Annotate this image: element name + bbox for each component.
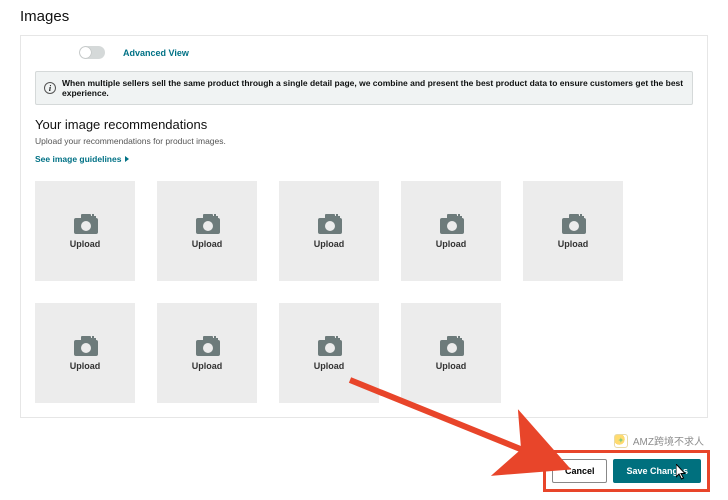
- guidelines-link-label: See image guidelines: [35, 154, 121, 164]
- see-image-guidelines-link[interactable]: See image guidelines: [35, 154, 129, 164]
- camera-plus-icon: [195, 213, 219, 233]
- save-changes-button[interactable]: Save Changes: [613, 459, 701, 483]
- watermark: ✦ AMZ跨境不求人: [610, 431, 708, 450]
- camera-plus-icon: [73, 335, 97, 355]
- upload-tile[interactable]: Upload: [401, 181, 501, 281]
- upload-tile[interactable]: Upload: [157, 181, 257, 281]
- camera-plus-icon: [561, 213, 585, 233]
- upload-tile[interactable]: Upload: [523, 181, 623, 281]
- recommendations-heading: Your image recommendations: [35, 117, 693, 132]
- upload-tile[interactable]: Upload: [279, 303, 379, 403]
- upload-tile[interactable]: Upload: [401, 303, 501, 403]
- upload-grid: Upload Upload Upload Upload Upload: [21, 167, 707, 411]
- watermark-text: AMZ跨境不求人: [633, 433, 704, 448]
- upload-tile[interactable]: Upload: [35, 303, 135, 403]
- info-text: When multiple sellers sell the same prod…: [62, 78, 684, 98]
- recommendations-subtext: Upload your recommendations for product …: [35, 136, 693, 146]
- recommendations-section: Your image recommendations Upload your r…: [21, 117, 707, 167]
- camera-plus-icon: [317, 335, 341, 355]
- upload-tile[interactable]: Upload: [157, 303, 257, 403]
- advanced-view-label: Advanced View: [123, 48, 189, 58]
- upload-tile-label: Upload: [70, 361, 101, 371]
- main-panel: Advanced View i When multiple sellers se…: [20, 35, 708, 418]
- camera-plus-icon: [195, 335, 219, 355]
- page-title: Images: [0, 0, 728, 35]
- action-bar: Cancel Save Changes: [543, 450, 710, 492]
- upload-tile-label: Upload: [314, 361, 345, 371]
- upload-tile-label: Upload: [192, 239, 223, 249]
- upload-tile-label: Upload: [436, 239, 467, 249]
- upload-tile-label: Upload: [70, 239, 101, 249]
- camera-plus-icon: [73, 213, 97, 233]
- upload-tile[interactable]: Upload: [35, 181, 135, 281]
- camera-plus-icon: [439, 335, 463, 355]
- info-icon: i: [44, 82, 56, 94]
- caret-right-icon: [125, 156, 129, 162]
- advanced-view-toggle[interactable]: [79, 46, 105, 59]
- upload-tile[interactable]: Upload: [279, 181, 379, 281]
- wechat-icon: ✦: [614, 434, 628, 448]
- info-banner: i When multiple sellers sell the same pr…: [35, 71, 693, 105]
- camera-plus-icon: [317, 213, 341, 233]
- upload-tile-label: Upload: [192, 361, 223, 371]
- upload-tile-label: Upload: [436, 361, 467, 371]
- advanced-view-row: Advanced View: [21, 36, 707, 71]
- upload-tile-label: Upload: [558, 239, 589, 249]
- cancel-button[interactable]: Cancel: [552, 459, 608, 483]
- camera-plus-icon: [439, 213, 463, 233]
- upload-tile-label: Upload: [314, 239, 345, 249]
